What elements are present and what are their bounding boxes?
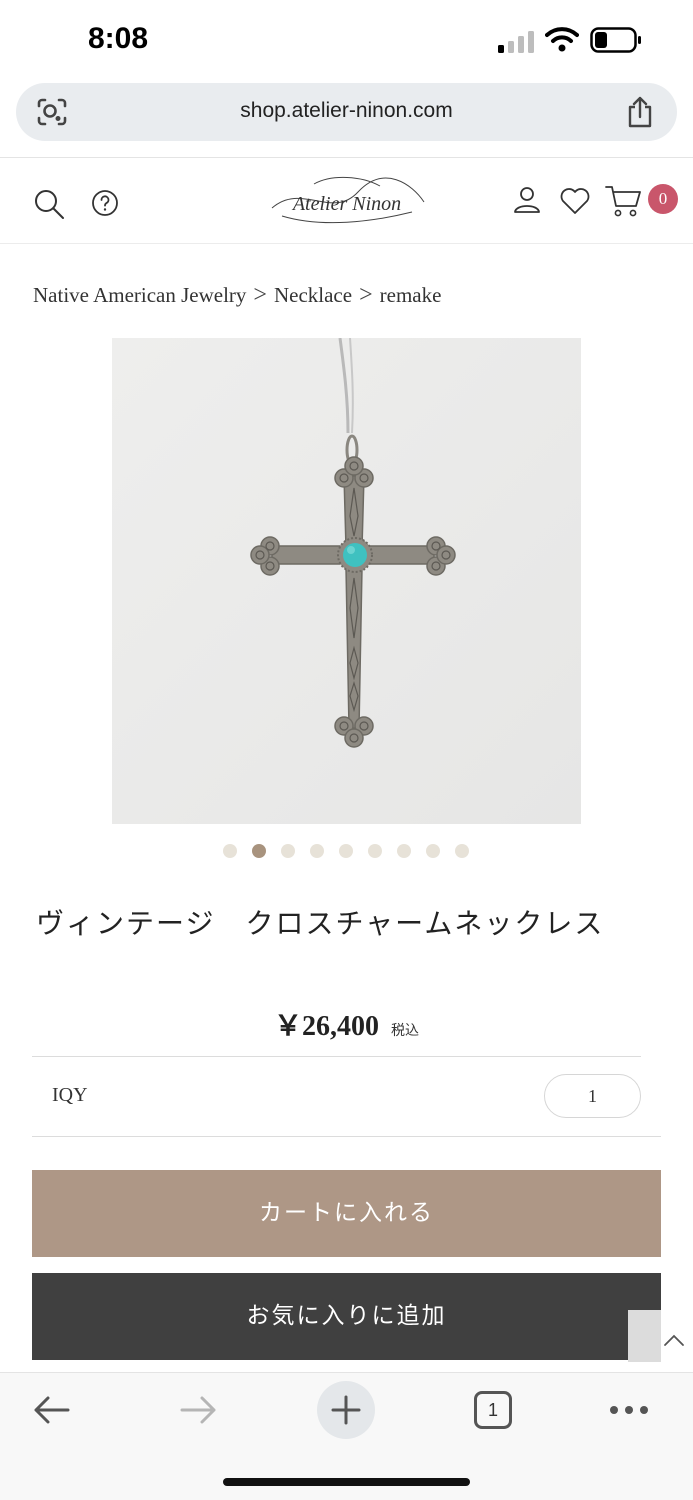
- site-logo[interactable]: Atelier Ninon: [262, 172, 432, 232]
- tax-note: 税込: [391, 1024, 419, 1039]
- gallery-dot[interactable]: [310, 844, 324, 858]
- product-image[interactable]: [112, 338, 581, 824]
- breadcrumb-separator: >: [359, 282, 373, 308]
- status-time: 8:08: [88, 22, 149, 55]
- breadcrumb-item[interactable]: Necklace: [274, 283, 352, 307]
- scroll-top-background: [628, 1310, 661, 1362]
- breadcrumb: Native American Jewelry > Necklace > remake: [33, 282, 441, 309]
- product-title: ヴィンテージ クロスチャームネックレス: [36, 907, 605, 940]
- search-icon[interactable]: [33, 188, 65, 220]
- quantity-label: IQY: [52, 1084, 88, 1106]
- site-header: Atelier Ninon 0: [0, 158, 693, 244]
- more-options-icon[interactable]: [609, 1403, 649, 1417]
- chevron-up-icon: [664, 1334, 684, 1346]
- add-to-favorites-button[interactable]: お気に入りに追加: [32, 1273, 661, 1360]
- cart-icon[interactable]: [604, 184, 644, 218]
- plus-icon: [331, 1395, 361, 1425]
- divider: [32, 1056, 641, 1057]
- gallery-dot[interactable]: [426, 844, 440, 858]
- cart-count-badge[interactable]: 0: [648, 184, 678, 214]
- divider: [32, 1136, 661, 1137]
- status-bar: 8:08: [0, 0, 693, 80]
- back-arrow-icon[interactable]: [32, 1393, 72, 1427]
- home-indicator: [223, 1478, 470, 1486]
- svg-text:Atelier Ninon: Atelier Ninon: [291, 193, 401, 215]
- help-icon[interactable]: [91, 189, 119, 217]
- gallery-pagination: [223, 844, 469, 858]
- forward-arrow-icon[interactable]: [178, 1393, 218, 1427]
- price-row: ￥26,400 税込: [0, 1004, 693, 1044]
- tab-switcher-button[interactable]: 1: [474, 1391, 512, 1429]
- account-icon[interactable]: [512, 185, 542, 215]
- breadcrumb-item[interactable]: remake: [380, 283, 442, 307]
- new-tab-button[interactable]: [317, 1381, 375, 1439]
- breadcrumb-separator: >: [253, 282, 267, 308]
- url-text[interactable]: shop.atelier-ninon.com: [16, 99, 677, 123]
- favorite-icon[interactable]: [559, 186, 591, 216]
- gallery-dot[interactable]: [223, 844, 237, 858]
- cellular-signal-icon: [498, 31, 534, 53]
- wifi-icon: [545, 27, 579, 52]
- gallery-dot[interactable]: [339, 844, 353, 858]
- gallery-dot[interactable]: [368, 844, 382, 858]
- product-price: ￥26,400: [273, 1011, 379, 1042]
- share-icon[interactable]: [625, 95, 655, 129]
- battery-icon: [590, 27, 641, 53]
- scroll-to-top-button[interactable]: [628, 1310, 693, 1362]
- add-to-cart-button[interactable]: カートに入れる: [32, 1170, 661, 1257]
- quantity-input[interactable]: 1: [544, 1074, 641, 1118]
- breadcrumb-item[interactable]: Native American Jewelry: [33, 283, 246, 307]
- gallery-dot-active[interactable]: [252, 844, 266, 858]
- gallery-dot[interactable]: [281, 844, 295, 858]
- gallery-dot[interactable]: [397, 844, 411, 858]
- gallery-dot[interactable]: [455, 844, 469, 858]
- address-bar[interactable]: shop.atelier-ninon.com: [16, 83, 677, 141]
